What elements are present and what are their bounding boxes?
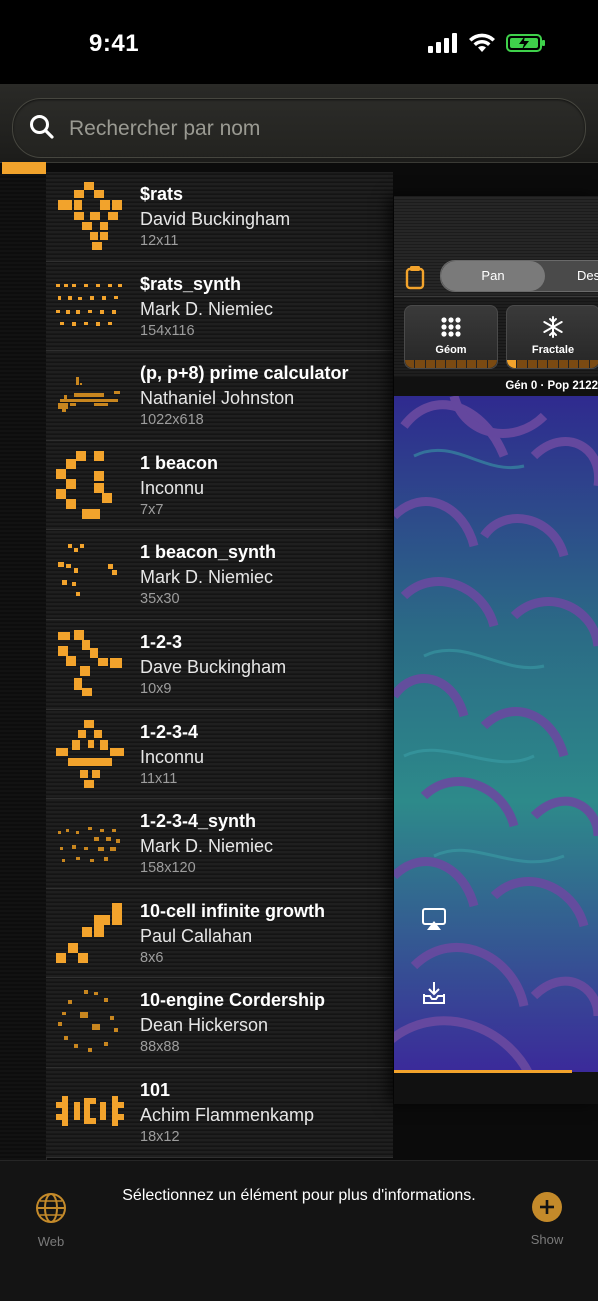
list-item[interactable]: 1-2-3-4_synth Mark D. Niemiec 158x120 — [46, 799, 393, 889]
grid-dots-icon — [405, 316, 497, 344]
left-rail — [0, 174, 47, 1160]
list-item[interactable]: $rats David Buckingham 12x11 — [46, 172, 393, 262]
cellular-signal-icon — [428, 33, 457, 53]
canvas-progress-bar — [394, 1070, 572, 1073]
snowflake-icon — [507, 316, 598, 344]
item-size: 18x12 — [140, 1128, 180, 1145]
item-size: 1022x618 — [140, 412, 204, 429]
item-author: Mark D. Niemiec — [140, 298, 274, 319]
item-name: 1-2-3-4_synth — [140, 811, 257, 832]
item-size: 7x7 — [140, 501, 164, 518]
fractal-canvas[interactable] — [394, 396, 598, 1072]
battery-charging-icon — [506, 34, 545, 52]
selection-indicator — [2, 162, 46, 174]
list-item[interactable]: (p, p+8) prime calculator Nathaniel John… — [46, 351, 393, 441]
item-name: (p, p+8) prime calculator — [140, 363, 349, 384]
item-name: 1 beacon — [140, 452, 219, 473]
item-size: 158x120 — [140, 860, 196, 877]
pattern-thumbnail — [58, 377, 120, 413]
item-author: Inconnu — [140, 746, 205, 767]
pattern-thumbnail — [58, 544, 117, 597]
detail-panel: Pan Des Géom Fractale Gén 0 · Pop 2122 — [394, 196, 598, 1104]
search-icon — [30, 115, 54, 139]
item-size: 10x9 — [140, 680, 172, 697]
search-header — [0, 84, 598, 163]
item-author: Achim Flammenkamp — [140, 1104, 315, 1125]
tool-meter — [405, 360, 497, 368]
item-name: 1-2-3 — [140, 631, 183, 652]
status-bar: 9:41 — [0, 0, 598, 84]
pattern-list[interactable]: $rats David Buckingham 12x11 $rats_synth… — [46, 172, 393, 1158]
item-author: Mark D. Niemiec — [140, 836, 274, 857]
item-author: Paul Callahan — [140, 925, 253, 946]
pattern-thumbnail — [56, 283, 122, 326]
search-box[interactable] — [12, 98, 586, 159]
list-item[interactable]: 10-cell infinite growth Paul Callahan 8x… — [46, 889, 393, 979]
list-item[interactable]: 1 beacon Inconnu 7x7 — [46, 441, 393, 531]
item-name: $rats — [140, 184, 184, 204]
pattern-thumbnail — [56, 450, 112, 519]
pattern-thumbnail — [56, 1095, 124, 1126]
item-name: 1 beacon_synth — [140, 542, 277, 563]
pattern-thumbnail — [56, 902, 122, 963]
show-label: Show — [530, 1232, 564, 1247]
tool-fractale-button[interactable]: Fractale — [506, 305, 598, 369]
item-size: 11x11 — [140, 770, 178, 787]
list-item[interactable]: 1-2-3-4 Inconnu 11x11 — [46, 710, 393, 800]
segment-des[interactable]: Des — [577, 261, 598, 291]
list-item[interactable]: 101 Achim Flammenkamp 18x12 — [46, 1068, 393, 1158]
item-author: Dave Buckingham — [140, 656, 287, 677]
pattern-thumbnail — [58, 629, 122, 696]
detail-toolbar: Pan Des — [394, 196, 598, 297]
list-item[interactable]: 1-2-3 Dave Buckingham 10x9 — [46, 620, 393, 710]
pattern-thumbnail — [56, 719, 124, 788]
status-icons — [428, 33, 546, 53]
item-size: 8x6 — [140, 949, 164, 966]
pattern-thumbnail — [58, 990, 118, 1053]
search-input[interactable] — [67, 99, 571, 159]
item-name: 10-engine Cordership — [140, 990, 326, 1011]
show-button[interactable]: Show — [522, 1191, 572, 1247]
tool-geom-label: Géom — [435, 344, 467, 356]
pattern-thumbnail — [58, 827, 120, 863]
item-name: 101 — [140, 1079, 171, 1100]
item-name: $rats_synth — [140, 273, 242, 294]
tray-download-icon — [423, 982, 445, 1004]
mode-segmented-control[interactable]: Pan Des — [440, 260, 598, 292]
tool-fractale-label: Fractale — [531, 344, 575, 356]
bottom-toolbar: Web Sélectionnez un élément pour plus d'… — [0, 1160, 598, 1301]
item-name: 10-cell infinite growth — [140, 900, 326, 921]
airplay-button[interactable] — [412, 900, 456, 940]
pattern-thumbnail — [58, 182, 122, 250]
item-name: 1-2-3-4 — [140, 721, 199, 742]
generation-population-label: Gén 0 · Pop 2122 — [505, 380, 598, 392]
item-size: 154x116 — [140, 322, 195, 339]
item-size: 88x88 — [140, 1039, 180, 1056]
item-author: David Buckingham — [140, 209, 291, 229]
airplay-icon — [422, 908, 446, 930]
tool-geom-button[interactable]: Géom — [404, 305, 498, 369]
tool-meter — [507, 360, 598, 368]
wifi-icon — [469, 33, 495, 52]
selection-hint: Sélectionnez un élément pour plus d'info… — [122, 1187, 476, 1204]
list-item[interactable]: $rats_synth Mark D. Niemiec 154x116 — [46, 262, 393, 352]
tool-row: Géom Fractale — [394, 297, 598, 377]
save-to-tray-button[interactable] — [412, 974, 456, 1014]
clipboard-icon[interactable] — [404, 264, 426, 290]
segment-pan[interactable]: Pan — [441, 261, 545, 291]
item-size: 35x30 — [140, 591, 180, 608]
list-item[interactable]: 10-engine Cordership Dean Hickerson 88x8… — [46, 978, 393, 1068]
status-time: 9:41 — [89, 30, 140, 57]
item-size: 12x11 — [140, 233, 179, 249]
item-author: Inconnu — [140, 477, 205, 498]
plus-circle-icon — [532, 1192, 562, 1222]
list-item[interactable]: 1 beacon_synth Mark D. Niemiec 35x30 — [46, 530, 393, 620]
item-author: Mark D. Niemiec — [140, 567, 274, 588]
item-author: Nathaniel Johnston — [140, 388, 295, 409]
item-author: Dean Hickerson — [140, 1015, 269, 1036]
web-label: Web — [37, 1234, 65, 1249]
